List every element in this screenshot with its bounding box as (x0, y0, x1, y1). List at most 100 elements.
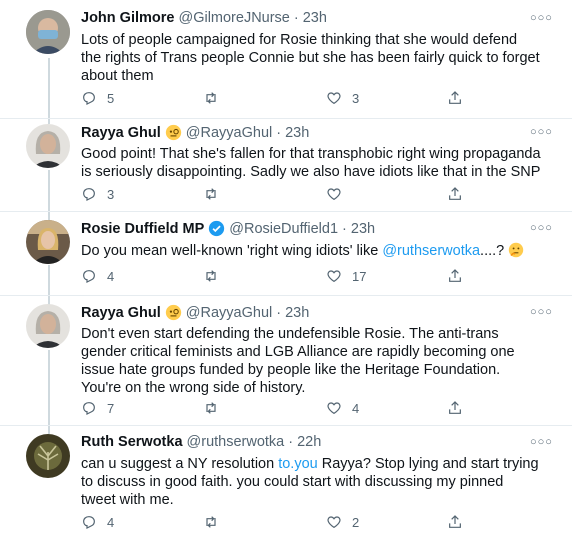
author-name[interactable]: Rayya Ghul (81, 305, 161, 321)
reply-button[interactable]: 4 (81, 268, 114, 284)
reply-button[interactable]: 4 (81, 514, 114, 530)
retweet-icon (206, 402, 216, 414)
reply-count: 4 (107, 268, 115, 284)
retweet-button[interactable] (203, 514, 229, 530)
tweet[interactable]: Rosie Duffield MP @RosieDuffield1 · 23h … (0, 220, 572, 300)
like-button[interactable]: 17 (326, 268, 366, 284)
retweet-icon (206, 516, 216, 528)
inline-link[interactable]: to.you (278, 456, 318, 472)
like-count: 17 (352, 268, 367, 284)
reply-button[interactable]: 3 (81, 186, 114, 202)
separator-dot: · (276, 304, 282, 321)
tweet-text: can u suggest a NY resolution to.you Ray… (81, 455, 541, 509)
timestamp[interactable]: 22h (297, 434, 321, 450)
retweet-icon (206, 92, 216, 104)
monocle-face-emoji-icon (165, 304, 182, 321)
share-button[interactable] (447, 268, 463, 284)
divider (0, 295, 572, 296)
tweet[interactable]: Ruth Serwotka @ruthserwotka · 22h ○○○ ca… (0, 434, 572, 540)
divider (0, 425, 572, 426)
mention-link[interactable]: @ruthserwotka (382, 243, 480, 259)
divider (0, 211, 572, 212)
reply-count: 5 (107, 90, 115, 106)
like-button[interactable]: 2 (326, 514, 359, 530)
retweet-icon (206, 270, 216, 282)
share-button[interactable] (447, 90, 463, 106)
author-name[interactable]: Ruth Serwotka (81, 434, 183, 450)
separator-dot: · (288, 434, 294, 450)
author-handle[interactable]: @RosieDuffield1 (229, 221, 338, 237)
reply-icon (83, 402, 95, 415)
author-name[interactable]: Rosie Duffield MP (81, 221, 204, 237)
retweet-button[interactable] (203, 400, 229, 416)
share-button[interactable] (447, 400, 463, 416)
like-button[interactable]: 3 (326, 90, 359, 106)
retweet-icon (206, 188, 216, 200)
timestamp[interactable]: 23h (303, 10, 327, 26)
share-icon (449, 401, 461, 414)
author-name[interactable]: Rayya Ghul (81, 125, 161, 141)
author-handle[interactable]: @RayyaGhul (186, 305, 272, 321)
avatar[interactable] (26, 434, 70, 478)
avatar[interactable] (26, 220, 70, 264)
tweet-text: Lots of people campaigned for Rosie thin… (81, 32, 540, 84)
heart-icon (327, 402, 341, 415)
retweet-button[interactable] (203, 268, 229, 284)
retweet-button[interactable] (203, 186, 229, 202)
more-options-icon[interactable]: ○○○ (530, 126, 553, 138)
retweet-button[interactable] (203, 90, 229, 106)
share-button[interactable] (447, 514, 463, 530)
separator-dot: · (342, 220, 347, 237)
share-icon (449, 187, 461, 200)
more-options-icon[interactable]: ○○○ (530, 12, 553, 24)
timestamp[interactable]: 23h (351, 221, 375, 237)
tweet[interactable]: John Gilmore @GilmoreJNurse · 23h ○○○ Lo… (0, 10, 572, 120)
author-handle[interactable]: @ruthserwotka (187, 434, 285, 450)
heart-icon (327, 270, 341, 283)
heart-icon (327, 516, 341, 529)
author-name[interactable]: John Gilmore (81, 10, 174, 26)
reply-button[interactable]: 7 (81, 400, 114, 416)
separator-dot: · (276, 124, 282, 141)
reply-icon (83, 270, 95, 283)
tweet-text-part: can u suggest a NY resolution (81, 456, 279, 472)
more-options-icon[interactable]: ○○○ (530, 222, 553, 234)
like-button[interactable] (326, 186, 352, 202)
more-options-icon[interactable]: ○○○ (530, 306, 553, 318)
reply-count: 4 (107, 514, 115, 530)
tweet-text: Good point! That she's fallen for that t… (81, 146, 541, 180)
tweet-text-part: ....? (480, 243, 509, 259)
tweet-text: Do you mean well-known 'right wing idiot… (81, 242, 541, 260)
monocle-face-emoji-icon (165, 124, 182, 141)
avatar[interactable] (26, 124, 70, 168)
author-handle[interactable]: @GilmoreJNurse (178, 10, 289, 26)
separator-dot: · (293, 10, 299, 26)
verified-badge-icon (208, 220, 225, 237)
heart-icon (327, 92, 341, 105)
like-count: 2 (352, 514, 360, 530)
tweet[interactable]: Rayya Ghul @RayyaGhul · 23h ○○○ Good poi… (0, 124, 572, 214)
like-button[interactable]: 4 (326, 400, 359, 416)
share-icon (449, 269, 461, 282)
divider (0, 118, 572, 119)
tweet-text-part: Do you mean well-known 'right wing idiot… (81, 243, 383, 259)
reply-count: 7 (107, 400, 115, 416)
avatar[interactable] (26, 10, 70, 54)
thinking-face-emoji-icon (509, 242, 524, 258)
avatar[interactable] (26, 304, 70, 348)
reply-count: 3 (107, 186, 115, 202)
reply-icon (83, 188, 95, 201)
share-icon (449, 91, 461, 104)
share-button[interactable] (447, 186, 463, 202)
like-count: 4 (352, 400, 360, 416)
timestamp[interactable]: 23h (285, 125, 309, 141)
share-icon (449, 515, 461, 528)
more-options-icon[interactable]: ○○○ (530, 436, 553, 448)
reply-icon (83, 92, 95, 105)
author-handle[interactable]: @RayyaGhul (186, 125, 272, 141)
heart-icon (327, 188, 341, 201)
like-count: 3 (352, 90, 360, 106)
tweet[interactable]: Rayya Ghul @RayyaGhul · 23h ○○○ Don't ev… (0, 304, 572, 424)
timestamp[interactable]: 23h (285, 305, 309, 321)
reply-button[interactable]: 5 (81, 90, 114, 106)
